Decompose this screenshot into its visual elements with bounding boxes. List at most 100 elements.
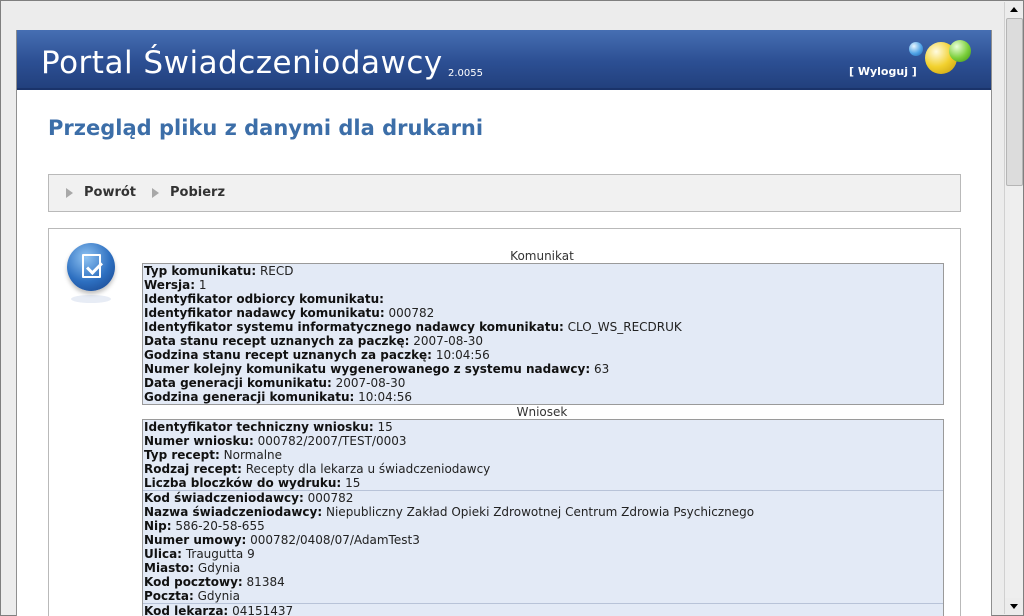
scroll-up-button[interactable] [1005, 2, 1023, 18]
field-value: CLO_WS_RECDRUK [567, 320, 682, 334]
field-label: Godzina generacji komunikatu: [144, 390, 355, 404]
field-value: 2007-08-30 [413, 334, 484, 348]
field-row: Identyfikator odbiorcy komunikatu: [143, 292, 943, 306]
field-group: Kod świadczeniodawcy: 000782 Nazwa świadc… [143, 490, 943, 603]
field-value: Recepty dla lekarza u świadczeniodawcy [245, 462, 491, 476]
back-button[interactable]: Powrót [66, 175, 136, 211]
wniosek-section-title: Wniosek [516, 405, 568, 419]
field-label: Identyfikator techniczny wniosku: [144, 420, 374, 434]
field-row: Rodzaj recept: Recepty dla lekarza u świ… [143, 462, 943, 476]
field-value: RECD [259, 264, 294, 278]
vertical-scrollbar[interactable] [1004, 2, 1023, 614]
field-value: 15 [345, 476, 361, 490]
field-row: Identyfikator techniczny wniosku: 15 [143, 420, 943, 434]
field-value: 10:04:56 [358, 390, 413, 404]
scroll-down-button[interactable] [1005, 598, 1023, 614]
toolbar: Powrót Pobierz [48, 174, 961, 212]
field-value: 000782/2007/TEST/0003 [257, 434, 407, 448]
field-row: Kod pocztowy: 81384 [143, 575, 943, 589]
arrow-right-icon [66, 188, 73, 198]
field-label: Numer kolejny komunikatu wygenerowanego … [144, 362, 591, 376]
field-value: Gdynia [197, 589, 240, 603]
field-label: Miasto: [144, 561, 195, 575]
download-button[interactable]: Pobierz [152, 175, 225, 211]
field-label: Kod lekarza: [144, 604, 229, 616]
field-value: 586-20-58-655 [175, 519, 265, 533]
field-label: Data generacji komunikatu: [144, 376, 332, 390]
field-label: Kod świadczeniodawcy: [144, 491, 304, 505]
field-value: 000782 [307, 491, 354, 505]
field-row: Nazwa świadczeniodawcy: Niepubliczny Zak… [143, 505, 943, 519]
field-label: Identyfikator systemu informatycznego na… [144, 320, 564, 334]
field-row: Nip: 586-20-58-655 [143, 519, 943, 533]
portal-title: Portal Świadczeniodawcy [41, 45, 443, 81]
field-label: Liczba bloczków do wydruku: [144, 476, 342, 490]
green-ball-icon [949, 40, 971, 62]
portal-version: 2.0055 [448, 68, 483, 79]
field-label: Wersja: [144, 278, 196, 292]
field-row: Identyfikator systemu informatycznego na… [143, 320, 943, 334]
field-row: Godzina generacji komunikatu: 10:04:56 [143, 390, 943, 404]
field-label: Typ komunikatu: [144, 264, 257, 278]
field-value: 15 [377, 420, 393, 434]
field-row: Data generacji komunikatu: 2007-08-30 [143, 376, 943, 390]
file-preview-panel: Komunikat Typ komunikatu: RECD Wersja: 1I… [48, 228, 961, 616]
field-value: 000782/0408/07/AdamTest3 [250, 533, 420, 547]
field-row: Kod lekarza: 04151437 [143, 604, 943, 616]
field-row: Liczba bloczków do wydruku: 15 [143, 476, 943, 490]
scroll-thumb[interactable] [1006, 18, 1023, 186]
field-label: Rodzaj recept: [144, 462, 242, 476]
field-row: Numer wniosku: 000782/2007/TEST/0003 [143, 434, 943, 448]
field-value: Normalne [223, 448, 283, 462]
field-label: Numer umowy: [144, 533, 247, 547]
field-value: 04151437 [232, 604, 294, 616]
field-label: Identyfikator nadawcy komunikatu: [144, 306, 385, 320]
field-value: 000782 [388, 306, 435, 320]
field-row: Numer kolejny komunikatu wygenerowanego … [143, 362, 943, 376]
field-label: Data stanu recept uznanych za paczkę: [144, 334, 410, 348]
portal-logo-icon [903, 38, 975, 82]
field-label: Nip: [144, 519, 172, 533]
wniosek-section: Identyfikator techniczny wniosku: 15 Nume… [142, 419, 944, 616]
page: Portal Świadczeniodawcy 2.0055 [ Wyloguj… [16, 30, 992, 616]
field-row: Typ komunikatu: RECD [143, 264, 943, 278]
field-value: 1 [198, 278, 207, 292]
field-row: Ulica: Traugutta 9 [143, 547, 943, 561]
field-label: Kod pocztowy: [144, 575, 243, 589]
blue-ball-icon [909, 42, 923, 56]
field-group: Identyfikator techniczny wniosku: 15 Nume… [143, 420, 943, 490]
field-row: Godzina stanu recept uznanych za paczkę:… [143, 348, 943, 362]
field-row: Data stanu recept uznanych za paczkę: 20… [143, 334, 943, 348]
field-value: 2007-08-30 [335, 376, 406, 390]
field-label: Poczta: [144, 589, 194, 603]
field-row: Miasto: Gdynia [143, 561, 943, 575]
field-label: Godzina stanu recept uznanych za paczkę: [144, 348, 432, 362]
field-value: Niepubliczny Zakład Opieki Zdrowotnej Ce… [326, 505, 755, 519]
download-button-label: Pobierz [170, 185, 226, 200]
portal-header: Portal Świadczeniodawcy 2.0055 [ Wyloguj… [17, 30, 991, 90]
arrow-right-icon [152, 188, 159, 198]
field-group: Kod lekarza: 04151437 [143, 603, 943, 616]
komunikat-section: Typ komunikatu: RECD Wersja: 1 Identyfikat… [142, 263, 944, 405]
field-row: Typ recept: Normalne [143, 448, 943, 462]
field-label: Typ recept: [144, 448, 220, 462]
field-group: Typ komunikatu: RECD Wersja: 1 Identyfikat… [143, 264, 943, 404]
field-label: Identyfikator odbiorcy komunikatu: [144, 292, 384, 306]
komunikat-section-title: Komunikat [510, 249, 574, 263]
field-value: Traugutta 9 [185, 547, 255, 561]
field-row: Kod świadczeniodawcy: 000782 [143, 491, 943, 505]
field-row: Poczta: Gdynia [143, 589, 943, 603]
field-row: Identyfikator nadawcy komunikatu: 000782 [143, 306, 943, 320]
field-row: Wersja: 1 [143, 278, 943, 292]
field-value: 10:04:56 [435, 348, 490, 362]
field-label: Nazwa świadczeniodawcy: [144, 505, 323, 519]
field-label: Ulica: [144, 547, 182, 561]
field-value: 81384 [246, 575, 285, 589]
back-button-label: Powrót [84, 185, 137, 200]
field-label: Numer wniosku: [144, 434, 254, 448]
field-value: 63 [593, 362, 610, 376]
document-check-icon [67, 243, 115, 291]
page-title: Przegląd pliku z danymi dla drukarni [48, 116, 484, 140]
field-row: Numer umowy: 000782/0408/07/AdamTest3 [143, 533, 943, 547]
field-value: Gdynia [197, 561, 241, 575]
